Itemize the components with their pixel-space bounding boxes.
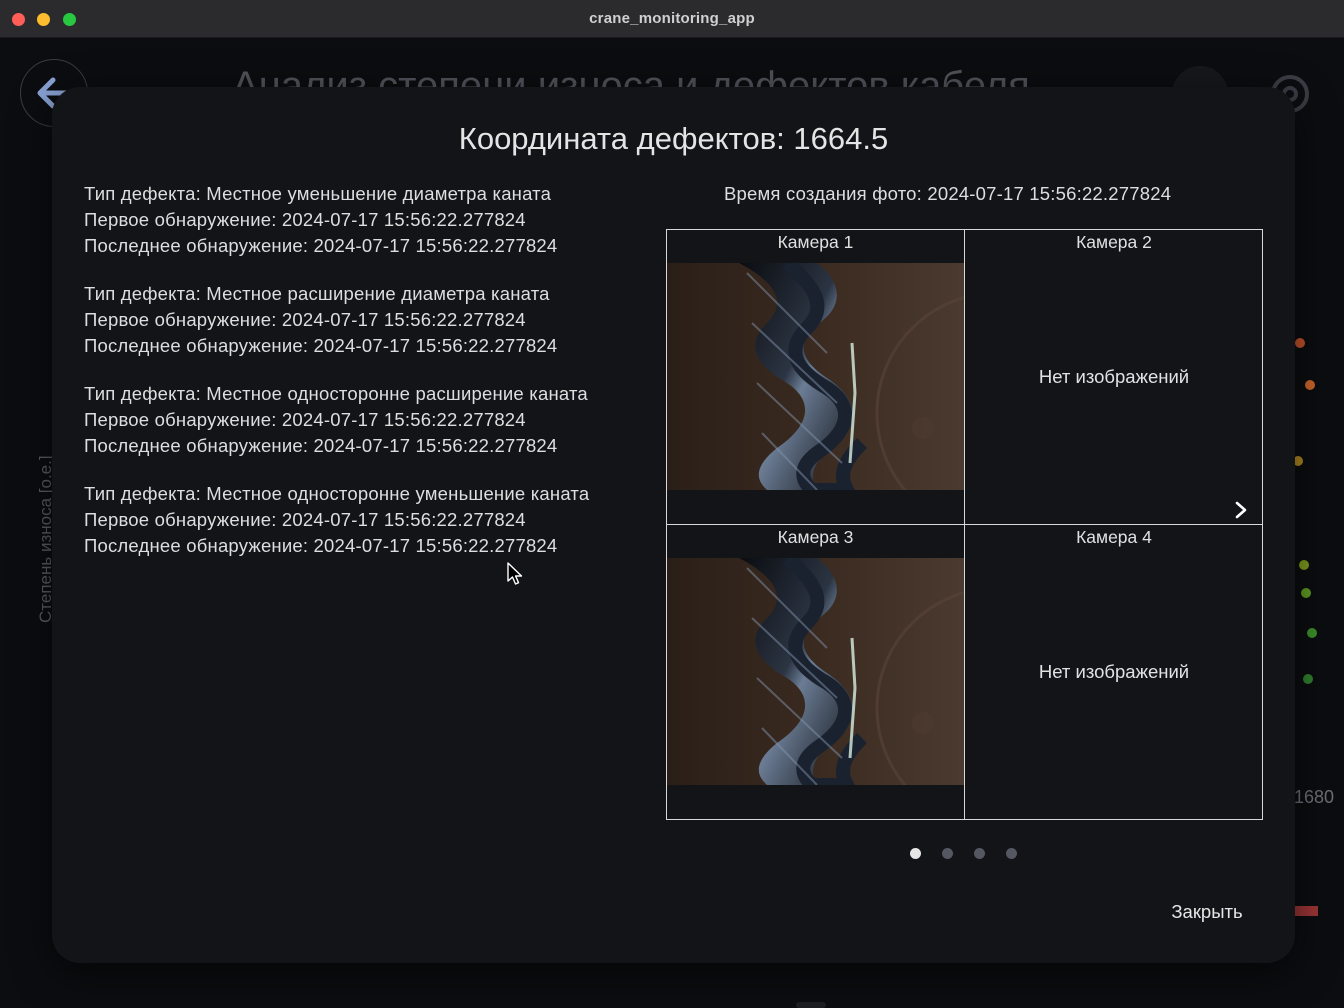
no-images-text: Нет изображений (1038, 661, 1190, 682)
photo-timestamp: Время создания фото: 2024-07-17 15:56:22… (724, 183, 1172, 204)
defect-type: Тип дефекта: Местное односторонне уменьш… (84, 483, 590, 504)
dialog-title: Координата дефектов: 1664.5 (458, 121, 889, 156)
defect-last-detection: Последнее обнаружение: 2024-07-17 15:56:… (84, 335, 558, 356)
sheet-handle (796, 1002, 826, 1008)
chart-point (1301, 588, 1311, 598)
chart-point (1303, 674, 1313, 684)
defect-item: Тип дефекта: Местное односторонне расшир… (84, 381, 644, 459)
window-title: crane_monitoring_app (589, 10, 755, 27)
page-dot-4[interactable] (1006, 848, 1017, 859)
chart-point (1307, 628, 1317, 638)
camera-label: Камера 4 (1076, 527, 1152, 547)
defect-last-detection: Последнее обнаружение: 2024-07-17 15:56:… (84, 235, 558, 256)
page-dot-2[interactable] (942, 848, 953, 859)
camera-label: Камера 3 (777, 527, 854, 547)
wear-chart (1293, 208, 1318, 783)
camera-label: Камера 1 (777, 232, 854, 252)
mouse-cursor-icon (507, 562, 523, 585)
x-tick-label: 1680 (1294, 787, 1335, 807)
chart-point (1305, 380, 1315, 390)
defect-type: Тип дефекта: Местное расширение диаметра… (84, 283, 550, 304)
close-button[interactable]: Закрыть (1152, 897, 1262, 927)
defect-type: Тип дефекта: Местное уменьшение диаметра… (84, 183, 552, 204)
defect-marker-bar (1294, 906, 1318, 916)
defect-item: Тип дефекта: Местное односторонне уменьш… (84, 481, 644, 559)
defect-first-detection: Первое обнаружение: 2024-07-17 15:56:22.… (84, 209, 526, 230)
chevron-right-icon[interactable] (1231, 500, 1251, 520)
page-dot-3[interactable] (974, 848, 985, 859)
camera-grid: Камера 1 Камера 2 Нет изображений Камера… (666, 229, 1263, 820)
window-titlebar: crane_monitoring_app (0, 0, 1344, 38)
defect-last-detection: Последнее обнаружение: 2024-07-17 15:56:… (84, 435, 558, 456)
no-images-text: Нет изображений (1038, 366, 1190, 387)
camera-cell-3[interactable]: Камера 3 (667, 525, 965, 820)
defect-type: Тип дефекта: Местное односторонне расшир… (84, 383, 588, 404)
defect-last-detection: Последнее обнаружение: 2024-07-17 15:56:… (84, 535, 558, 556)
defect-list: Тип дефекта: Местное уменьшение диаметра… (84, 181, 644, 581)
camera-label: Камера 2 (1076, 232, 1152, 252)
pagination-dots (910, 848, 1017, 859)
defect-first-detection: Первое обнаружение: 2024-07-17 15:56:22.… (84, 509, 526, 530)
chart-point (1295, 338, 1305, 348)
defect-first-detection: Первое обнаружение: 2024-07-17 15:56:22.… (84, 309, 526, 330)
defect-item: Тип дефекта: Местное расширение диаметра… (84, 281, 644, 359)
camera-cell-1[interactable]: Камера 1 (667, 230, 965, 525)
camera-cell-4[interactable]: Камера 4 Нет изображений (965, 525, 1263, 820)
defect-item: Тип дефекта: Местное уменьшение диаметра… (84, 181, 644, 259)
page-dot-1[interactable] (910, 848, 921, 859)
camera-photo[interactable] (667, 263, 964, 490)
defect-dialog: Координата дефектов: 1664.5 Тип дефекта:… (52, 87, 1295, 963)
camera-photo[interactable] (667, 558, 964, 785)
chart-point (1299, 560, 1309, 570)
camera-cell-2[interactable]: Камера 2 Нет изображений (965, 230, 1263, 525)
defect-first-detection: Первое обнаружение: 2024-07-17 15:56:22.… (84, 409, 526, 430)
